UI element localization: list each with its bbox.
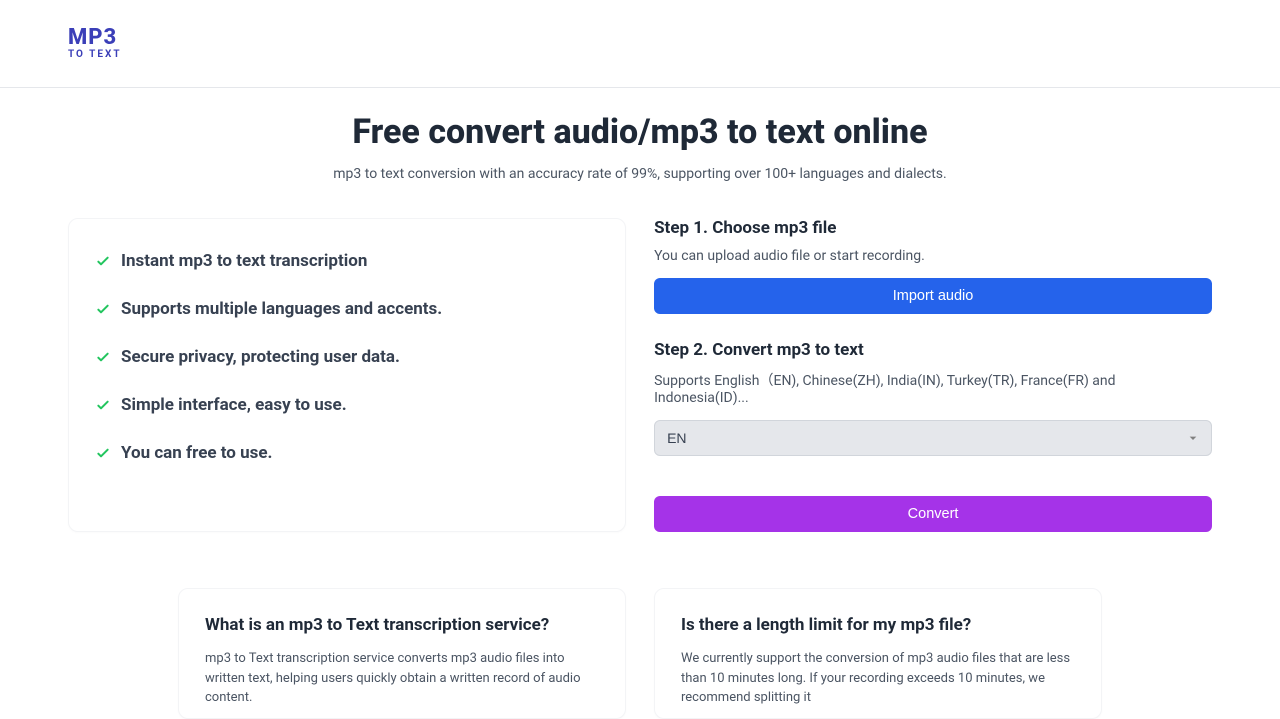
step-1: Step 1. Choose mp3 file You can upload a… bbox=[654, 218, 1212, 314]
step-2: Step 2. Convert mp3 to text Supports Eng… bbox=[654, 340, 1212, 456]
faq-card: What is an mp3 to Text transcription ser… bbox=[178, 588, 626, 719]
step-1-desc: You can upload audio file or start recor… bbox=[654, 248, 1212, 264]
faq-answer: We currently support the conversion of m… bbox=[681, 649, 1075, 708]
convert-button[interactable]: Convert bbox=[654, 496, 1212, 532]
feature-text: Supports multiple languages and accents. bbox=[121, 299, 442, 319]
faq-question: What is an mp3 to Text transcription ser… bbox=[205, 615, 599, 635]
faq-answer: mp3 to Text transcription service conver… bbox=[205, 649, 599, 708]
page-title: Free convert audio/mp3 to text online bbox=[0, 112, 1280, 152]
check-icon bbox=[95, 349, 111, 365]
check-icon bbox=[95, 397, 111, 413]
step-2-desc: Supports English（EN), Chinese(ZH), India… bbox=[654, 370, 1212, 406]
logo-bottom: TO TEXT bbox=[68, 49, 122, 60]
check-icon bbox=[95, 301, 111, 317]
page-subtitle: mp3 to text conversion with an accuracy … bbox=[0, 166, 1280, 182]
feature-item: You can free to use. bbox=[95, 443, 599, 463]
header: MP3 TO TEXT bbox=[0, 0, 1280, 88]
feature-text: Secure privacy, protecting user data. bbox=[121, 347, 400, 367]
check-icon bbox=[95, 445, 111, 461]
feature-text: Instant mp3 to text transcription bbox=[121, 251, 367, 271]
faq-row: What is an mp3 to Text transcription ser… bbox=[0, 532, 1280, 719]
faq-card: Is there a length limit for my mp3 file?… bbox=[654, 588, 1102, 719]
hero: Free convert audio/mp3 to text online mp… bbox=[0, 88, 1280, 182]
language-select[interactable]: EN bbox=[654, 420, 1212, 456]
feature-item: Instant mp3 to text transcription bbox=[95, 251, 599, 271]
feature-item: Simple interface, easy to use. bbox=[95, 395, 599, 415]
step-1-title: Step 1. Choose mp3 file bbox=[654, 218, 1212, 238]
check-icon bbox=[95, 253, 111, 269]
step-2-title: Step 2. Convert mp3 to text bbox=[654, 340, 1212, 360]
features-card: Instant mp3 to text transcription Suppor… bbox=[68, 218, 626, 532]
import-audio-button[interactable]: Import audio bbox=[654, 278, 1212, 314]
feature-text: You can free to use. bbox=[121, 443, 273, 463]
logo[interactable]: MP3 TO TEXT bbox=[68, 27, 122, 60]
logo-top: MP3 bbox=[68, 27, 122, 49]
feature-text: Simple interface, easy to use. bbox=[121, 395, 347, 415]
feature-item: Supports multiple languages and accents. bbox=[95, 299, 599, 319]
steps-column: Step 1. Choose mp3 file You can upload a… bbox=[654, 218, 1212, 532]
faq-question: Is there a length limit for my mp3 file? bbox=[681, 615, 1075, 635]
feature-item: Secure privacy, protecting user data. bbox=[95, 347, 599, 367]
